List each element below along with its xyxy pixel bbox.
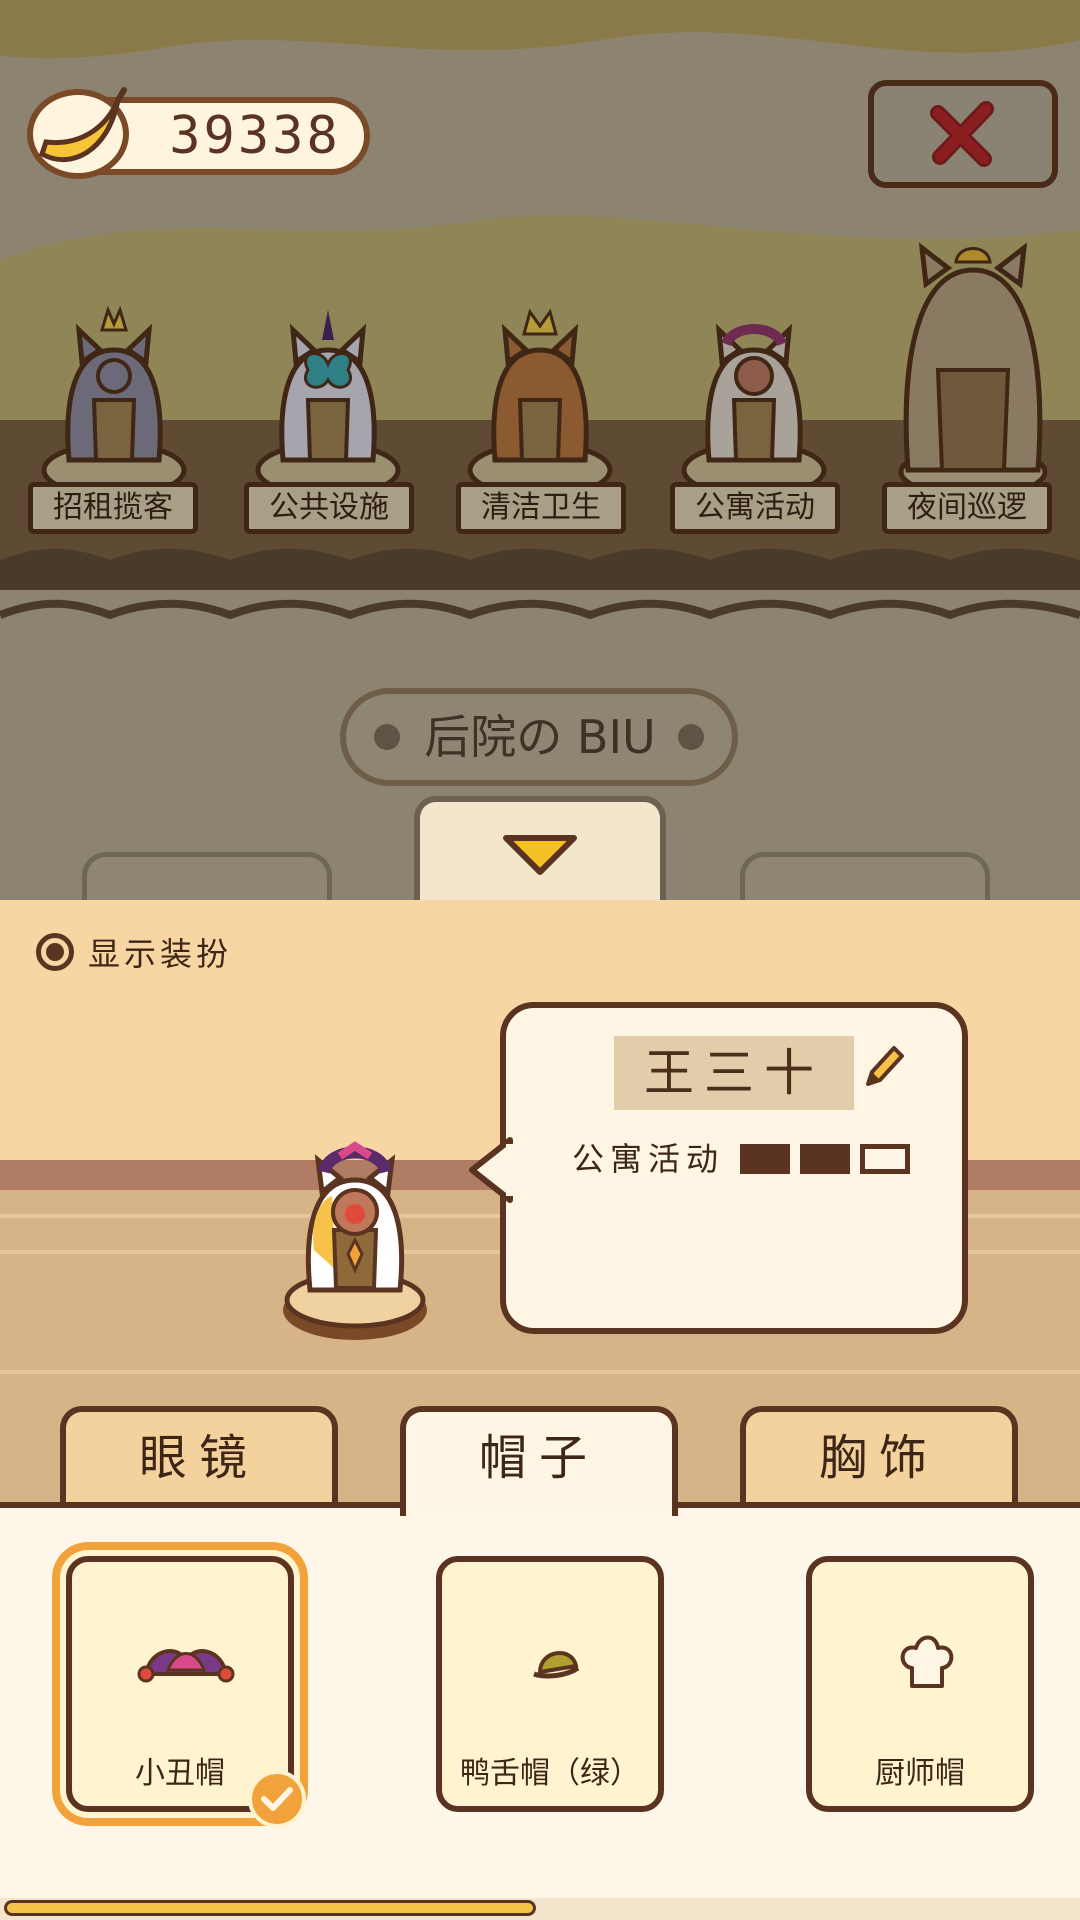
cat-label-4: 公寓活动: [670, 482, 840, 534]
radio-button[interactable]: [36, 933, 74, 971]
item-card-chef-hat[interactable]: 厨师帽: [806, 1556, 1034, 1812]
show-outfit-label: 显示装扮: [88, 935, 233, 973]
currency-value: 39338: [169, 106, 341, 166]
scrollbar-thumb[interactable]: [4, 1900, 536, 1916]
character-preview: [270, 1120, 440, 1350]
item-card-green-cap[interactable]: 鸭舌帽（绿）: [436, 1556, 664, 1812]
edit-name-button[interactable]: [858, 1040, 908, 1094]
level-pip-empty: [860, 1144, 910, 1174]
close-icon: [930, 101, 994, 167]
item-label: 鸭舌帽（绿）: [460, 1756, 640, 1791]
show-outfit-toggle[interactable]: 显示装扮: [36, 930, 232, 974]
item-label: 厨师帽: [875, 1756, 965, 1791]
cat-label-5: 夜间巡逻: [882, 482, 1052, 534]
cat-label-2: 公共设施: [244, 482, 414, 534]
character-role: 公寓活动: [572, 1140, 725, 1178]
chef-hat-icon: [876, 1632, 976, 1692]
pencil-icon: [866, 1046, 904, 1086]
level-pip-filled: [740, 1144, 790, 1174]
tab-hats[interactable]: 帽子: [400, 1406, 678, 1516]
level-pip-filled: [800, 1144, 850, 1174]
tab-chest[interactable]: 胸饰: [740, 1406, 1018, 1506]
tab-glasses[interactable]: 眼镜: [60, 1406, 338, 1506]
radio-dot: [46, 943, 64, 961]
character-name: 王三十: [644, 1044, 824, 1102]
selected-check-icon: [248, 1770, 306, 1828]
cat-label-3: 清洁卫生: [456, 482, 626, 534]
title-right-dot: [678, 724, 704, 750]
green-cap-icon: [506, 1632, 606, 1692]
title-left-dot: [374, 724, 400, 750]
bubble-tail: [466, 1136, 526, 1206]
close-button[interactable]: [868, 80, 1058, 188]
collapse-button[interactable]: [414, 796, 666, 906]
banana-icon: [20, 82, 130, 182]
cat-label-1: 招租揽客: [28, 482, 198, 534]
area-title: 后院の BIU: [424, 710, 656, 764]
item-card-jester-hat[interactable]: 小丑帽: [66, 1556, 294, 1812]
jester-hat-icon: [136, 1632, 236, 1692]
chevron-down-icon: [503, 835, 577, 875]
floor-line: [0, 1370, 1080, 1374]
